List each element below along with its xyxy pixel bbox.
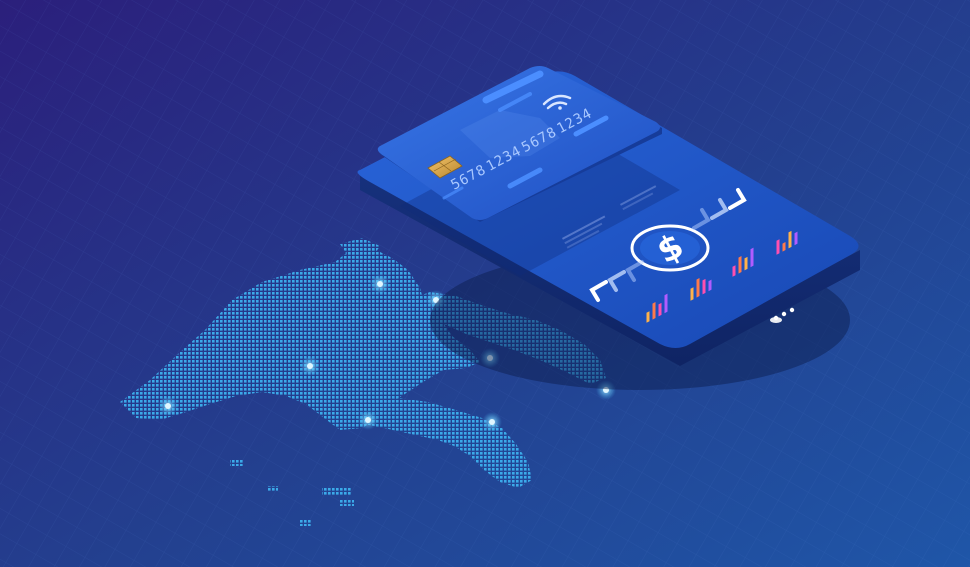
location-pin [300,356,320,376]
island [322,488,352,496]
location-pin [370,274,390,294]
island [268,486,278,491]
dollar-icon: $ [630,224,710,272]
location-pin [358,410,378,430]
location-pin [482,412,502,432]
island [340,500,354,506]
fintech-illustration: $ 5678 1234 5678 1234 [0,0,970,567]
island [300,520,312,526]
island [230,460,244,466]
location-pin [158,396,178,416]
